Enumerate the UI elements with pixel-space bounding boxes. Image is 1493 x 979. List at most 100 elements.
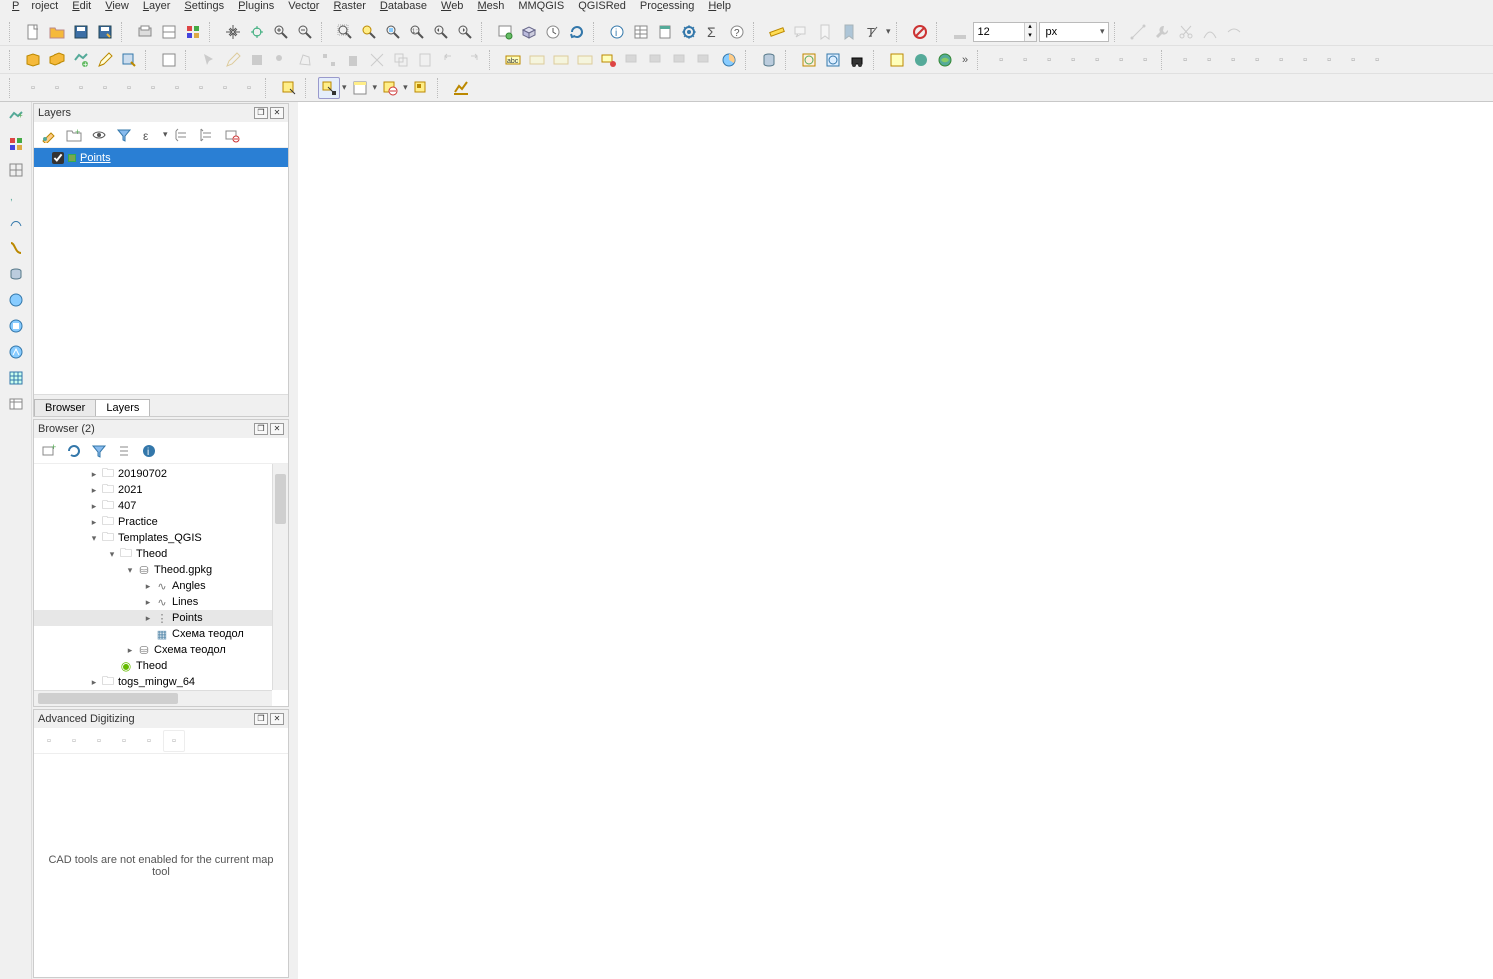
tree-twist-icon[interactable]: ▸: [142, 581, 154, 592]
zoom-layer-button[interactable]: [382, 21, 404, 43]
unit-combo[interactable]: px: [1039, 22, 1109, 42]
layers-dock-button[interactable]: ❐: [254, 107, 268, 119]
adv-btn-2[interactable]: ▫: [63, 730, 85, 752]
show-bookmarks-button[interactable]: [838, 21, 860, 43]
tab-layers[interactable]: Layers: [95, 399, 150, 416]
temporal-button[interactable]: [542, 21, 564, 43]
new-spatialite-icon[interactable]: [4, 236, 28, 260]
grey-set2-4[interactable]: ▫: [1246, 49, 1268, 71]
pin-label-button[interactable]: [598, 49, 620, 71]
browser-close-button[interactable]: ✕: [270, 423, 284, 435]
current-edits-button[interactable]: [222, 49, 244, 71]
zoom-selection-button[interactable]: [358, 21, 380, 43]
tree-item[interactable]: ▸Angles: [34, 578, 288, 594]
label-abc2-button[interactable]: [526, 49, 548, 71]
browser-add-button[interactable]: +: [38, 440, 60, 462]
select-feature-button[interactable]: [318, 77, 340, 99]
tree-twist-icon[interactable]: ▸: [142, 613, 154, 624]
menu-edit[interactable]: Edit: [66, 0, 97, 12]
menu-plugins[interactable]: Plugins: [232, 0, 280, 12]
zoom-out-button[interactable]: [294, 21, 316, 43]
deselect-button[interactable]: [379, 77, 401, 99]
zoom-native-button[interactable]: 1:1: [406, 21, 428, 43]
select-all-button[interactable]: [410, 77, 432, 99]
browser-refresh-button[interactable]: [63, 440, 85, 462]
grey-set-6[interactable]: ▫: [1110, 49, 1132, 71]
add-group-button[interactable]: [46, 49, 68, 71]
add-wms-icon[interactable]: [4, 288, 28, 312]
pan-button[interactable]: [222, 21, 244, 43]
identify-button[interactable]: i: [606, 21, 628, 43]
show-pinned-button[interactable]: [622, 49, 644, 71]
tree-twist-icon[interactable]: ▸: [142, 597, 154, 608]
tree-twist-icon[interactable]: ▸: [88, 485, 100, 496]
digitize-4[interactable]: ▫: [94, 77, 116, 99]
grey-set-3[interactable]: ▫: [1038, 49, 1060, 71]
new-vector-layer-button[interactable]: +: [70, 49, 92, 71]
new-project-button[interactable]: [22, 21, 44, 43]
diagram-button[interactable]: [718, 49, 740, 71]
tree-twist-icon[interactable]: ▸: [88, 677, 100, 688]
font-size-input[interactable]: [974, 23, 1024, 41]
adv-close-button[interactable]: ✕: [270, 713, 284, 725]
undo-button[interactable]: [438, 49, 460, 71]
pan-to-selection-button[interactable]: [246, 21, 268, 43]
tree-twist-icon[interactable]: ▸: [88, 517, 100, 528]
browser-dock-button[interactable]: ❐: [254, 423, 268, 435]
menu-qgisred[interactable]: QGISRed: [572, 0, 632, 12]
grey-set2-7[interactable]: ▫: [1318, 49, 1340, 71]
database-button[interactable]: [758, 49, 780, 71]
font-color-button[interactable]: [949, 21, 971, 43]
grey-set2-6[interactable]: ▫: [1294, 49, 1316, 71]
adv-dock-button[interactable]: ❐: [254, 713, 268, 725]
delete-button[interactable]: [342, 49, 364, 71]
grey-set2-3[interactable]: ▫: [1222, 49, 1244, 71]
zoom-in-button[interactable]: [270, 21, 292, 43]
pointer-button[interactable]: [198, 49, 220, 71]
map-canvas[interactable]: [298, 102, 1493, 979]
select-value-button[interactable]: [349, 77, 371, 99]
new-map-view-button[interactable]: [494, 21, 516, 43]
arc-button-1[interactable]: [1199, 21, 1221, 43]
add-table-icon[interactable]: [4, 392, 28, 416]
digitize-3[interactable]: ▫: [70, 77, 92, 99]
tree-item[interactable]: ▸Points: [34, 610, 288, 626]
move-label-button[interactable]: [646, 49, 668, 71]
adv-btn-1[interactable]: ▫: [38, 730, 60, 752]
vertex-button[interactable]: [318, 49, 340, 71]
copy-features-button[interactable]: [390, 49, 412, 71]
browser-filter-button[interactable]: [88, 440, 110, 462]
new-delimited-icon[interactable]: ,: [4, 184, 28, 208]
decoration-button[interactable]: [158, 49, 180, 71]
change-label-button[interactable]: [694, 49, 716, 71]
osm-button-1[interactable]: [798, 49, 820, 71]
font-size-spin[interactable]: ▴▾: [973, 22, 1037, 42]
cut-features-button[interactable]: [366, 49, 388, 71]
digitize-1[interactable]: ▫: [22, 77, 44, 99]
digitize-6[interactable]: ▫: [142, 77, 164, 99]
layers-expression-button[interactable]: ε: [138, 124, 160, 146]
tree-item[interactable]: ▾Theod.gpkg: [34, 562, 288, 578]
layers-style-button[interactable]: [38, 124, 60, 146]
menu-settings[interactable]: Settings: [178, 0, 230, 12]
new-3d-view-button[interactable]: [518, 21, 540, 43]
tree-twist-icon[interactable]: ▸: [124, 645, 136, 656]
grey-set-5[interactable]: ▫: [1086, 49, 1108, 71]
tree-item[interactable]: ▸Practice: [34, 514, 288, 530]
layers-visibility-button[interactable]: [88, 124, 110, 146]
tab-browser[interactable]: Browser: [34, 399, 96, 416]
edit-selection-button[interactable]: [118, 49, 140, 71]
new-raster-icon[interactable]: [4, 132, 28, 156]
profile-button[interactable]: [450, 77, 472, 99]
add-point-button[interactable]: [270, 49, 292, 71]
help-button[interactable]: ?: [726, 21, 748, 43]
style-manager-button[interactable]: [182, 21, 204, 43]
layer-item-points[interactable]: Points: [34, 148, 288, 167]
menu-web[interactable]: Web: [435, 0, 469, 12]
layers-collapse-button[interactable]: [196, 124, 218, 146]
adv-btn-4[interactable]: ▫: [113, 730, 135, 752]
tree-twist-icon[interactable]: ▸: [88, 501, 100, 512]
grey-set-2[interactable]: ▫: [1014, 49, 1036, 71]
menu-processing[interactable]: Processing: [634, 0, 700, 12]
new-mesh-icon[interactable]: [4, 158, 28, 182]
